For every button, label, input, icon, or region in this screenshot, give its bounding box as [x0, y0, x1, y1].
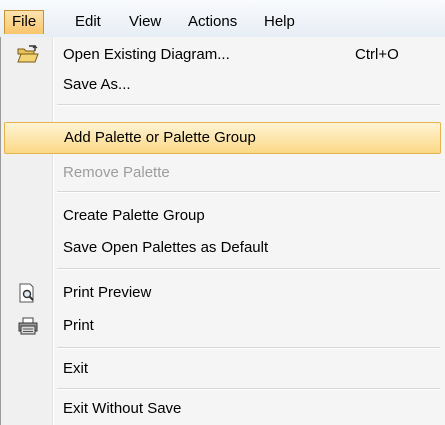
menu-separator — [57, 191, 440, 193]
menu-separator — [57, 347, 440, 349]
menu-separator — [57, 104, 440, 106]
menu-item-label: Create Palette Group — [63, 207, 205, 224]
menu-separator — [57, 268, 440, 270]
menu-item-label: Remove Palette — [63, 164, 170, 181]
menu-item-label: Save Open Palettes as Default — [63, 239, 269, 256]
menu-item-remove-palette: Remove Palette — [1, 157, 444, 189]
menu-bar: File Edit View Actions Help — [0, 0, 445, 38]
menu-item-label: Open Existing Diagram... — [63, 46, 230, 63]
menu-file[interactable]: File — [4, 10, 45, 34]
menu-item-label: Exit — [63, 360, 89, 377]
menu-help[interactable]: Help — [257, 10, 302, 34]
shortcut-label: Ctrl+O — [355, 46, 399, 63]
menu-view[interactable]: View — [122, 10, 168, 34]
menu-item-label: Save As... — [63, 76, 131, 93]
menu-item-exit[interactable]: Exit — [1, 353, 444, 385]
open-folder-icon — [17, 45, 39, 65]
menu-item-create-palette-group[interactable]: Create Palette Group — [1, 200, 444, 232]
menu-item-open-existing-diagram[interactable]: Open Existing Diagram... Ctrl+O — [1, 39, 444, 71]
menu-separator — [57, 388, 440, 390]
menu-item-label: Exit Without Save — [63, 400, 182, 417]
menu-item-print[interactable]: Print — [1, 310, 444, 342]
menu-item-label: Print Preview — [63, 284, 152, 301]
printer-icon — [17, 316, 39, 336]
menu-item-print-preview[interactable]: Print Preview — [1, 277, 444, 309]
menu-item-save-open-palettes-default[interactable]: Save Open Palettes as Default — [1, 232, 444, 264]
menu-edit[interactable]: Edit — [68, 10, 108, 34]
menu-item-label: Add Palette or Palette Group — [64, 129, 256, 146]
menu-item-exit-without-save[interactable]: Exit Without Save — [1, 393, 444, 425]
print-preview-icon — [17, 283, 39, 303]
file-menu-dropdown: Open Existing Diagram... Ctrl+O Save As.… — [0, 37, 445, 425]
menu-item-save-as[interactable]: Save As... — [1, 69, 444, 101]
menu-actions[interactable]: Actions — [181, 10, 244, 34]
menu-item-add-palette[interactable]: Add Palette or Palette Group — [4, 122, 441, 154]
menu-item-label: Print — [63, 317, 94, 334]
